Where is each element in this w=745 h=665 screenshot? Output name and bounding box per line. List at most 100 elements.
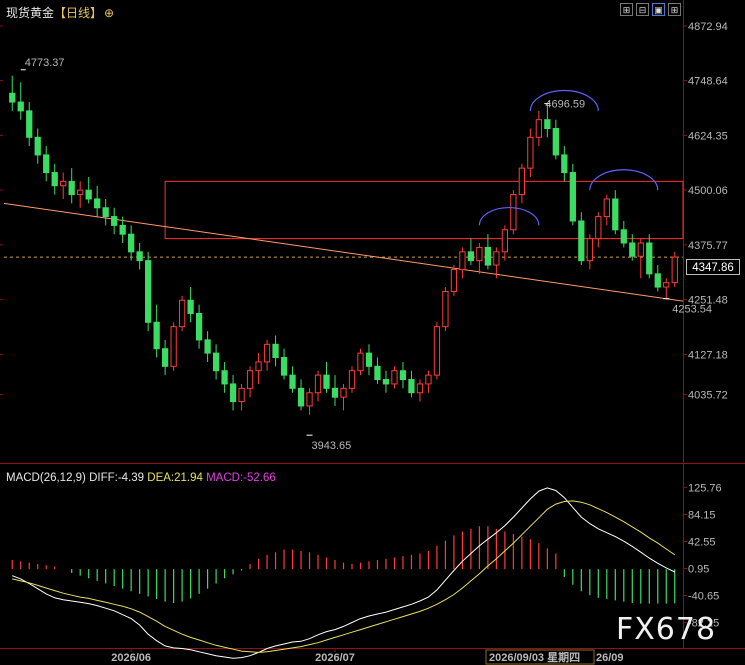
candle-down [102, 207, 109, 218]
candle-down [382, 379, 390, 385]
candle-down [365, 352, 373, 367]
peak-annotation: 4696.59 [545, 99, 585, 111]
candle-up [595, 216, 602, 240]
candle-down [408, 379, 415, 394]
candle-up [425, 374, 432, 385]
candle-up [527, 136, 534, 169]
candle-down [552, 128, 559, 156]
watermark-logo: FX678 [616, 612, 717, 647]
candle-down [374, 365, 381, 381]
recent-low-annotation: 4253.54 [672, 304, 712, 316]
candle-up [476, 246, 483, 262]
macd-axis-tick-label: 0.95 [688, 564, 709, 576]
candle-down [297, 387, 305, 407]
candle-up [348, 370, 356, 389]
macd-diff-value: DIFF:-4.39 [89, 472, 145, 484]
chart-canvas[interactable]: 4872.944748.644624.354500.064375.774251.… [0, 0, 745, 665]
candle-down [221, 370, 228, 385]
macd-header: MACD(26,12,9) DIFF:-4.39 DEA:21.94 MACD:… [6, 472, 276, 484]
candle-down [544, 119, 551, 130]
macd-axis-tick-label: 84.15 [688, 509, 716, 521]
candle-down [629, 242, 636, 257]
candle-up [340, 387, 347, 398]
candle-down [272, 343, 279, 359]
candle-down [195, 312, 203, 341]
date-axis-label: 2026/06 [111, 652, 151, 664]
dea-line [12, 500, 676, 653]
right-shoulder-arc [589, 169, 659, 191]
candle-down [85, 189, 92, 200]
candle-up [416, 383, 424, 394]
candle-down [111, 216, 118, 226]
candle-up [493, 251, 500, 266]
macd-axis-tick-label: 42.55 [688, 536, 716, 548]
date-axis-label: 2026/07 [315, 652, 355, 664]
candle-up [306, 392, 313, 407]
candle-down [204, 339, 211, 354]
macd-value: MACD:-52.66 [206, 472, 276, 484]
candle-up [586, 238, 593, 262]
candle-up [535, 119, 542, 138]
candle-down [187, 299, 194, 314]
candle-up [450, 268, 458, 292]
left-shoulder-arc [478, 207, 540, 226]
cursor-date-label: 2026/09/03 星期四 [489, 650, 580, 664]
price-axis-tick-label: 4127.18 [688, 349, 728, 361]
candle-down [569, 172, 576, 222]
candle-down [43, 154, 50, 174]
price-axis-tick-label: 4375.77 [688, 240, 728, 252]
macd-axis-tick-label: 125.76 [688, 482, 722, 494]
candle-down [153, 321, 160, 350]
candle-down [145, 260, 152, 323]
candle-up [603, 198, 610, 218]
price-axis-tick-label: 4500.06 [688, 185, 728, 197]
candle-up [238, 387, 245, 403]
high-annotation: 4773.37 [25, 57, 65, 69]
candle-down [484, 246, 492, 266]
macd-label: MACD(26,12,9) [6, 472, 86, 484]
candle-up [255, 361, 262, 372]
candle-up [246, 370, 254, 389]
candle-down [331, 387, 339, 398]
cursor-trailing-label: 26/09 [596, 652, 624, 664]
candle-down [34, 136, 41, 156]
candle-down [51, 172, 58, 187]
candle-down [399, 370, 407, 381]
macd-axis-tick-label: -40.65 [688, 591, 719, 603]
candle-up [391, 370, 398, 385]
candle-down [654, 273, 661, 288]
candle-up [263, 343, 271, 363]
candle-down [68, 180, 75, 196]
candle-up [433, 326, 441, 376]
candle-up [663, 282, 670, 288]
price-axis-tick-label: 4872.94 [688, 21, 728, 33]
candle-up [357, 352, 364, 372]
price-axis-tick-label: 4035.72 [688, 390, 728, 402]
candle-up [510, 194, 517, 231]
candle-up [442, 290, 449, 328]
macd-dea-value: DEA:21.94 [147, 472, 203, 484]
candle-up [77, 189, 84, 196]
candle-down [128, 233, 135, 253]
candle-down [612, 198, 619, 231]
price-axis-tick-label: 4624.35 [688, 130, 728, 142]
candle-down [9, 92, 16, 103]
candle-up [178, 299, 186, 328]
candle-down [561, 154, 568, 174]
current-price-tag: 4347.86 [686, 259, 740, 275]
candle-down [212, 352, 220, 372]
candle-down [161, 348, 169, 367]
candle-up [170, 326, 177, 367]
candle-down [323, 374, 330, 389]
candle-up [501, 229, 509, 253]
candle-down [578, 220, 585, 262]
candle-up [314, 374, 322, 394]
candle-down [289, 374, 296, 389]
candle-down [280, 357, 288, 376]
candle-down [17, 101, 24, 112]
candle-down [26, 110, 33, 138]
candle-down [136, 251, 143, 262]
low-annotation: 3943.65 [312, 440, 352, 452]
candle-down [620, 229, 627, 244]
price-axis-tick-label: 4748.64 [688, 76, 728, 88]
